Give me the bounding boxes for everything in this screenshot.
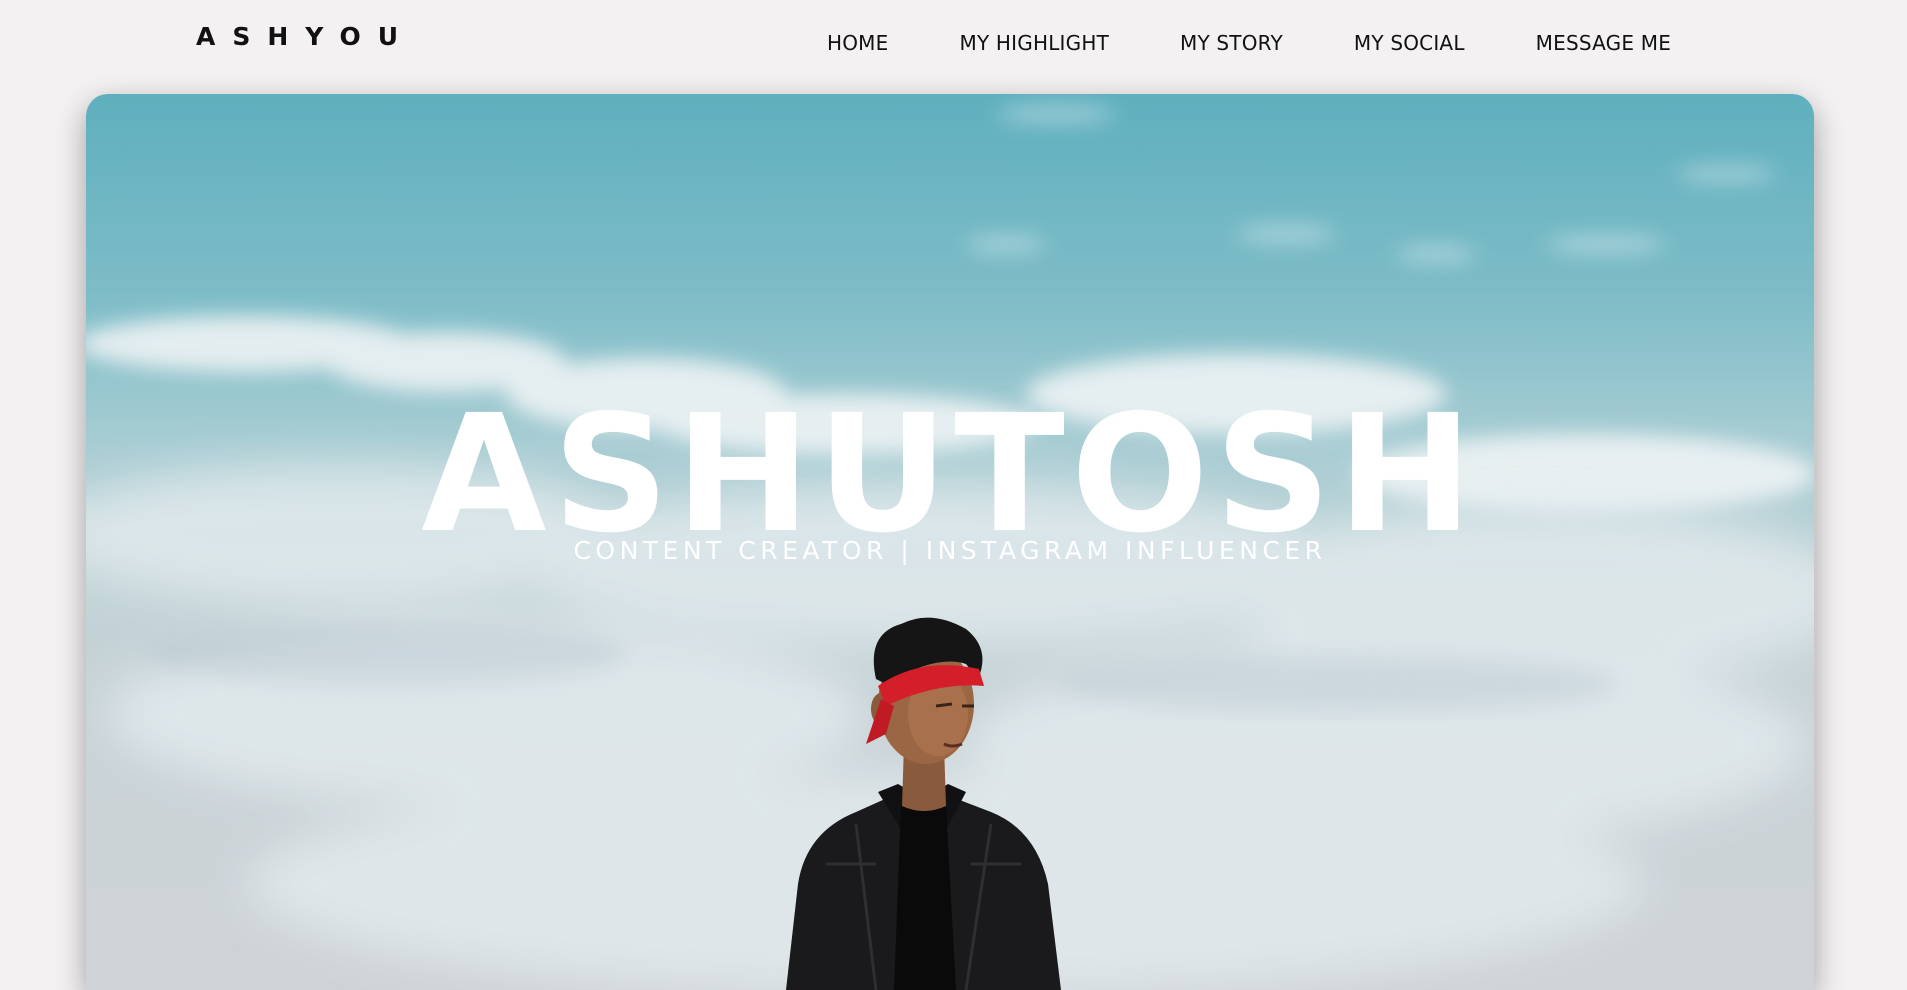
person-photo xyxy=(786,617,1061,990)
nav-item-my-story[interactable]: MY STORY xyxy=(1180,31,1283,55)
nav-item-my-highlight[interactable]: MY HIGHLIGHT xyxy=(959,31,1109,55)
main-nav: HOME MY HIGHLIGHT MY STORY MY SOCIAL MES… xyxy=(827,31,1671,55)
nav-item-message-me[interactable]: MESSAGE ME xyxy=(1536,31,1671,55)
nav-item-home[interactable]: HOME xyxy=(827,31,888,55)
site-logo[interactable]: ASHYOU xyxy=(196,22,415,51)
hero-section: ASHUTOSH CONTENT CREATOR | INSTAGRAM INF… xyxy=(86,94,1814,990)
top-navigation-bar: ASHYOU HOME MY HIGHLIGHT MY STORY MY SOC… xyxy=(0,0,1907,90)
nav-item-my-social[interactable]: MY SOCIAL xyxy=(1354,31,1465,55)
